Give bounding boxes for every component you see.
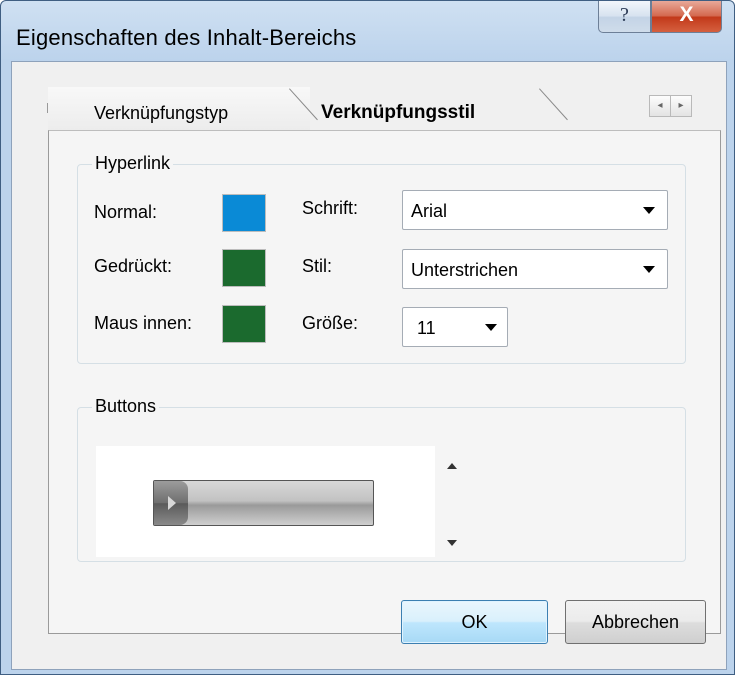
cancel-button[interactable]: Abbrechen <box>565 600 706 644</box>
arrow-left-icon: ◂ <box>657 100 663 111</box>
scroll-down-icon[interactable] <box>447 540 457 546</box>
font-select-value: Arial <box>411 201 448 221</box>
size-label: Größe: <box>302 313 359 333</box>
chevron-down-icon <box>485 324 497 331</box>
tab-verknuepfungsstil-label[interactable]: Verknüpfungsstil <box>321 102 475 124</box>
dialog-client-area: Verknüpfungstyp Verknüpfungsstil ◂ ▸ Hyp… <box>11 61 727 670</box>
tab-verknuepfungstyp-label: Verknüpfungstyp <box>94 103 229 123</box>
normal-color-swatch[interactable] <box>222 194 266 232</box>
buttons-group-title: Buttons <box>92 396 160 417</box>
help-button[interactable]: ? <box>598 1 651 33</box>
arrow-right-icon: ▸ <box>678 100 684 111</box>
tab-scroll-left-button[interactable]: ◂ <box>649 95 671 117</box>
font-select[interactable]: Arial <box>402 190 668 230</box>
style-select[interactable]: Unterstrichen <box>402 249 668 289</box>
scroll-up-icon[interactable] <box>447 463 457 469</box>
chevron-down-icon <box>643 266 655 273</box>
preview-button-cap <box>154 481 188 525</box>
hyperlink-group-title: Hyperlink <box>92 153 174 174</box>
font-label: Schrift: <box>302 198 359 218</box>
close-button[interactable]: X <box>651 1 722 33</box>
tab-page-verknuepfungsstil: Hyperlink Normal: Gedrückt: Maus innen: … <box>48 130 721 634</box>
help-icon: ? <box>620 4 629 26</box>
buttons-group: Buttons <box>77 396 686 562</box>
dialog-window: Eigenschaften des Inhalt-Bereichs ? X Ve… <box>0 0 735 675</box>
title-bar[interactable]: Eigenschaften des Inhalt-Bereichs ? X <box>1 1 734 61</box>
play-icon <box>168 496 176 510</box>
size-select-value: 11 <box>417 318 436 338</box>
ok-button[interactable]: OK <box>401 600 548 644</box>
normal-label: Normal: <box>94 202 158 222</box>
hover-color-swatch[interactable] <box>222 305 266 343</box>
style-label: Stil: <box>302 256 333 276</box>
style-select-value: Unterstrichen <box>411 260 519 280</box>
pressed-label: Gedrückt: <box>94 256 173 276</box>
hyperlink-group: Hyperlink Normal: Gedrückt: Maus innen: … <box>77 153 686 364</box>
hover-label: Maus innen: <box>94 313 193 333</box>
pressed-color-swatch[interactable] <box>222 249 266 287</box>
close-icon: X <box>679 3 694 26</box>
size-select[interactable]: 11 <box>402 307 508 347</box>
tab-scroll-right-button[interactable]: ▸ <box>670 95 692 117</box>
chevron-down-icon <box>643 207 655 214</box>
tab-active-edge <box>539 88 568 121</box>
button-style-preview[interactable] <box>96 446 435 557</box>
window-title: Eigenschaften des Inhalt-Bereichs <box>16 25 357 50</box>
preview-button <box>153 480 374 526</box>
